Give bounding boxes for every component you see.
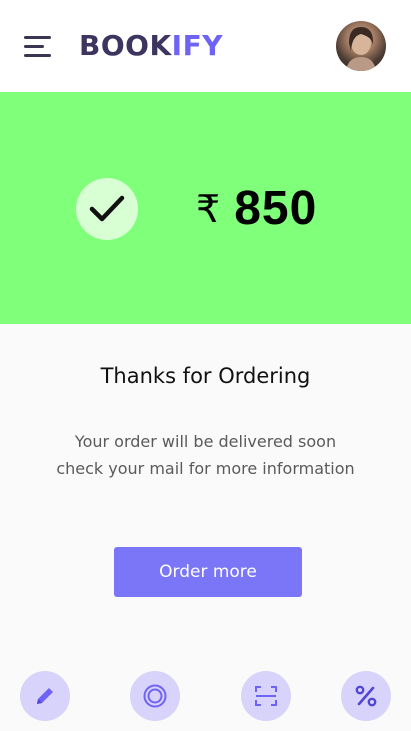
app-header: BOOKIFY	[0, 0, 411, 92]
percent-icon[interactable]	[341, 671, 391, 721]
order-confirmation-screen: BOOKIFY ₹ 850 Thanks for Ordering Your o…	[0, 0, 411, 731]
message-line: check your mail for more information	[56, 459, 355, 478]
confirmation-message: Your order will be delivered soon check …	[20, 428, 391, 482]
pencil-glyph	[37, 688, 53, 704]
menu-bar	[24, 54, 51, 57]
amount-value: 850	[234, 182, 318, 235]
scan-glyph	[255, 686, 277, 706]
target-glyph	[143, 684, 167, 708]
scan-icon[interactable]	[241, 671, 291, 721]
target-icon[interactable]	[130, 671, 180, 721]
confirmation-content: Thanks for Ordering Your order will be d…	[0, 324, 411, 660]
user-avatar[interactable]	[336, 21, 386, 71]
confirmation-title: Thanks for Ordering	[100, 364, 311, 388]
currency-symbol: ₹	[196, 187, 221, 231]
checkmark-icon	[76, 178, 138, 240]
hamburger-menu-icon[interactable]	[24, 34, 54, 60]
payment-success-banner: ₹ 850	[0, 92, 411, 324]
logo-text-accent: IFY	[171, 29, 223, 62]
app-logo: BOOKIFY	[79, 29, 223, 63]
order-amount: ₹ 850	[196, 178, 317, 240]
menu-bar	[24, 36, 51, 39]
menu-bar	[24, 45, 44, 48]
avatar-portrait	[346, 27, 376, 71]
percent-glyph	[355, 685, 377, 707]
bottom-navigation	[0, 660, 411, 731]
checkmark-glyph	[89, 195, 125, 222]
logo-text-primary: BOOK	[79, 29, 172, 62]
pencil-icon[interactable]	[20, 671, 70, 721]
order-more-button[interactable]: Order more	[114, 547, 302, 597]
message-line: Your order will be delivered soon	[74, 432, 337, 451]
